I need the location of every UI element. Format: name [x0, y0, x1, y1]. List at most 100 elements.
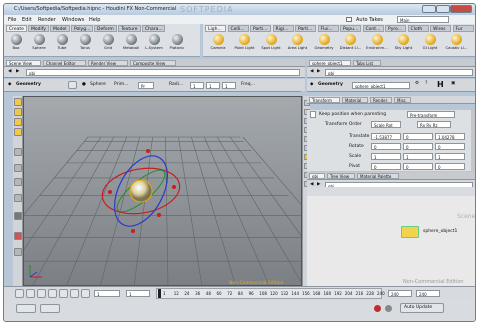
- radius-x-field[interactable]: 1: [190, 82, 204, 89]
- jump-end-icon[interactable]: [81, 289, 90, 298]
- shelf-tab-8[interactable]: Pyro...: [385, 25, 406, 32]
- snap-tool-icon[interactable]: [14, 178, 22, 186]
- param-field[interactable]: 0: [403, 133, 433, 140]
- current-frame-field[interactable]: 1: [94, 290, 120, 297]
- param-field[interactable]: 1: [403, 153, 433, 160]
- shelf-tool-area-light[interactable]: Area Light: [286, 34, 310, 55]
- select-tool-icon[interactable]: [14, 98, 22, 106]
- shelf-tab-3[interactable]: Rigi...: [272, 25, 294, 32]
- forward-arrow-icon[interactable]: ▶: [16, 69, 19, 74]
- shelf-tab-6[interactable]: Popu...: [340, 25, 361, 32]
- end-frame-field[interactable]: 240: [388, 290, 412, 297]
- timeline-cursor[interactable]: [158, 289, 161, 298]
- jump-start-icon[interactable]: [15, 289, 24, 298]
- shelf-tab-1[interactable]: Colli...: [227, 25, 249, 32]
- shelf-tool-environm-[interactable]: Environm...: [365, 34, 389, 55]
- shelf-tool-sky-light[interactable]: Sky Light: [392, 34, 416, 55]
- tab-tabs-list[interactable]: Tabs List: [353, 60, 381, 66]
- scene-viewport[interactable]: Non-Commercial Edition: [23, 96, 302, 286]
- node-name-field[interactable]: sphere_object1: [352, 82, 410, 89]
- maximize-button[interactable]: [436, 5, 450, 13]
- shelf-tab-modify[interactable]: Modify: [28, 25, 49, 32]
- handle-point[interactable]: [157, 213, 161, 217]
- main-take-select[interactable]: Main: [397, 16, 449, 23]
- shelf-tab-2[interactable]: Parti...: [250, 25, 271, 32]
- network-editor[interactable]: Scene sphere_object1 Non-Commercial Edit…: [307, 187, 475, 286]
- shelf-tool-gi-light[interactable]: GI Light: [418, 34, 442, 55]
- timeline-slider[interactable]: 1 12 24 36 48 60 72 84 96 108 120 132 144 156 168 180 19…: [156, 288, 385, 299]
- shelf-tab-10[interactable]: Wires: [430, 25, 451, 32]
- shelf-tool-camera[interactable]: Camera: [206, 34, 230, 55]
- menu-edit[interactable]: Edit: [22, 17, 32, 23]
- shelf-tab-texture[interactable]: Texture: [118, 25, 141, 32]
- shelf-tool-sphere[interactable]: Sphere: [30, 34, 48, 55]
- minimize-button[interactable]: [422, 5, 436, 13]
- param-field[interactable]: 0: [435, 163, 465, 170]
- shelf-tab-9[interactable]: Cloth: [407, 25, 429, 32]
- shelf-tab-create[interactable]: Create: [6, 25, 27, 32]
- menu-file[interactable]: File: [8, 17, 16, 23]
- sphere-object[interactable]: [129, 179, 153, 203]
- param-field[interactable]: 0: [403, 163, 433, 170]
- shelf-tool-grid[interactable]: Grid: [99, 34, 117, 55]
- tab-material-palette[interactable]: Material Palette: [357, 173, 399, 179]
- handle-point[interactable]: [131, 229, 135, 233]
- handle-point[interactable]: [146, 149, 150, 153]
- handle-point[interactable]: [108, 190, 112, 194]
- keep-position-checkbox[interactable]: [310, 111, 316, 118]
- stop-icon[interactable]: [48, 289, 57, 298]
- shelf-tab-0[interactable]: Ligh...: [205, 25, 226, 32]
- back-arrow-icon[interactable]: ◀: [8, 69, 11, 74]
- close-button[interactable]: [450, 5, 472, 13]
- shelf-tab-character[interactable]: Chara...: [142, 25, 165, 32]
- globe-icon[interactable]: [385, 305, 392, 312]
- menu-render[interactable]: Render: [38, 17, 56, 23]
- shelf-tab-7[interactable]: Cont...: [362, 25, 384, 32]
- param-field[interactable]: 0: [371, 163, 401, 170]
- view-tool-icon[interactable]: [14, 194, 22, 202]
- params-path-field[interactable]: obj: [325, 69, 473, 76]
- shelf-tab-4[interactable]: Parti...: [295, 25, 316, 32]
- param-field[interactable]: 0: [435, 143, 465, 150]
- key-icon[interactable]: [16, 304, 36, 313]
- shelf-tool-point-light[interactable]: Point Light: [233, 34, 257, 55]
- step-forward-icon[interactable]: [70, 289, 79, 298]
- param-field[interactable]: 0: [403, 143, 433, 150]
- tab-transform[interactable]: Transform: [309, 97, 340, 103]
- param-field[interactable]: 0: [371, 143, 401, 150]
- shelf-tool-torus[interactable]: Torus: [76, 34, 94, 55]
- sphere-object1-node[interactable]: [401, 226, 419, 238]
- tab-tree-view[interactable]: Tree View: [327, 173, 355, 179]
- menu-help[interactable]: Help: [89, 17, 100, 23]
- shelf-tab-11[interactable]: Fur: [452, 25, 474, 32]
- gear-icon[interactable]: ⚙: [415, 81, 419, 86]
- tab-channel-editor[interactable]: Channel Editor: [43, 60, 86, 66]
- scale-tool-icon[interactable]: [14, 128, 22, 136]
- radius-y-field[interactable]: 1: [206, 82, 220, 89]
- play-back-icon[interactable]: [37, 289, 46, 298]
- shelf-tab-model[interactable]: Model: [50, 25, 70, 32]
- shelf-tool-box[interactable]: Box: [7, 34, 25, 55]
- tab-composite-view[interactable]: Composite View: [130, 60, 176, 66]
- shelf-tool-platonic[interactable]: Platonic: [168, 34, 186, 55]
- shelf-tool-l-system[interactable]: L-System: [145, 34, 163, 55]
- gear-icon[interactable]: [68, 81, 77, 89]
- end-frame-field-2[interactable]: 240: [416, 290, 440, 297]
- camera-tool-icon[interactable]: [14, 248, 22, 256]
- auto-takes-checkbox[interactable]: [346, 17, 352, 22]
- param-field[interactable]: -1.53877: [371, 133, 401, 140]
- shelf-tool-distant-li-[interactable]: Distant Li...: [339, 34, 363, 55]
- shelf-tool-caustic-li-[interactable]: Caustic Li...: [445, 34, 469, 55]
- param-field[interactable]: 1: [435, 153, 465, 160]
- forward-arrow-icon[interactable]: ▶: [317, 69, 320, 74]
- params-scrollbar[interactable]: [471, 110, 475, 171]
- step-back-icon[interactable]: [26, 289, 35, 298]
- prim-type-select[interactable]: Pr: [138, 82, 154, 89]
- shelf-tab-5[interactable]: Flui...: [317, 25, 339, 32]
- tab-sphere-object1[interactable]: sphere_object1: [309, 60, 351, 66]
- play-forward-icon[interactable]: [59, 289, 68, 298]
- menu-windows[interactable]: Windows: [62, 17, 84, 23]
- param-field[interactable]: 1: [371, 153, 401, 160]
- shelf-tool-geometry[interactable]: Geometry: [312, 34, 336, 55]
- handle-tool-icon[interactable]: [14, 148, 22, 156]
